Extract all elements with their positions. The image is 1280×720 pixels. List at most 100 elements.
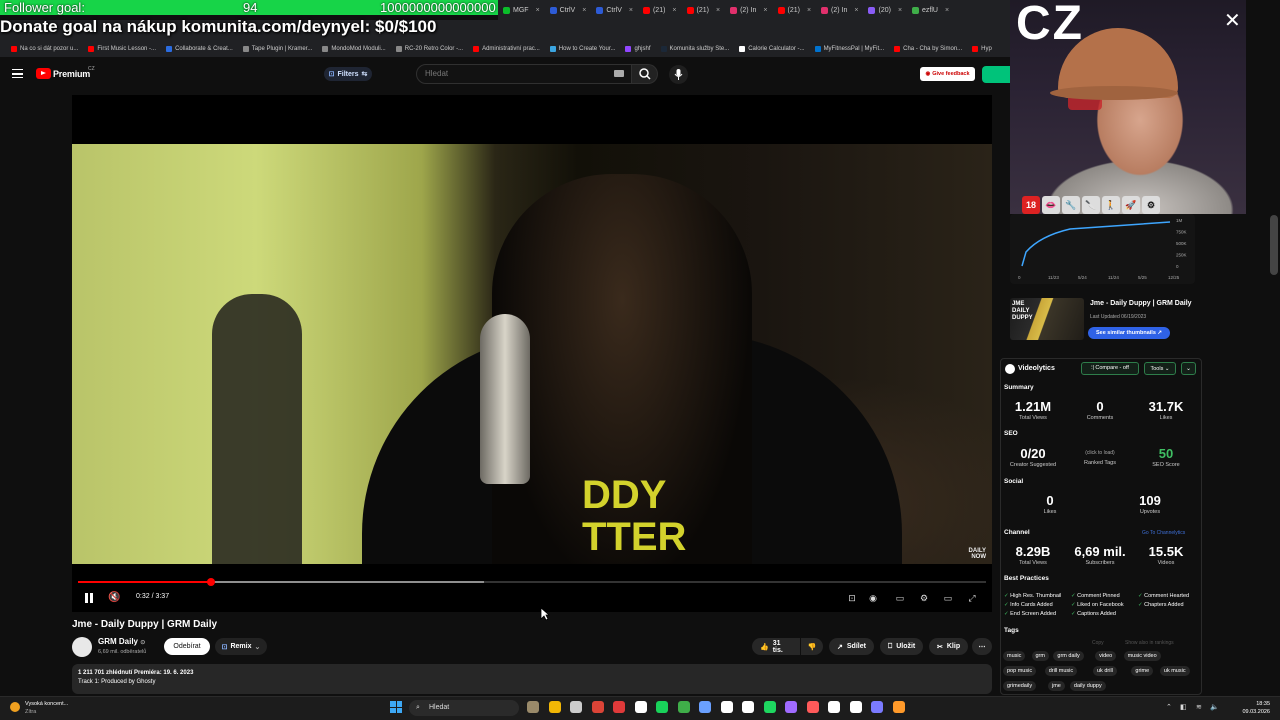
remix-button[interactable]: ⊡ Remix ⌄ bbox=[215, 638, 267, 655]
description-box[interactable]: 1 211 701 zhlédnutí Premiéra: 19. 6. 202… bbox=[72, 664, 992, 694]
bookmark-item[interactable]: Na co si dát pozor u... bbox=[6, 46, 83, 52]
close-tab-icon[interactable]: × bbox=[629, 7, 633, 14]
browser-tab[interactable]: (21) × bbox=[638, 0, 682, 20]
browser-tab[interactable]: MGF × bbox=[498, 0, 545, 20]
tray-icon[interactable]: ◧ bbox=[1180, 703, 1187, 711]
youtube-logo-icon[interactable] bbox=[36, 68, 51, 79]
tag-chip[interactable]: grimedaily bbox=[1003, 681, 1037, 691]
bookmark-item[interactable]: Komunita služby Ste... bbox=[656, 46, 735, 52]
weather-icon[interactable] bbox=[10, 702, 20, 712]
taskbar-search[interactable]: ⌕ Hledat bbox=[409, 700, 519, 716]
browser-tab[interactable]: CtrlV × bbox=[591, 0, 638, 20]
taskbar-app-icon[interactable] bbox=[548, 701, 561, 713]
tag-chip[interactable]: jme bbox=[1048, 681, 1065, 691]
taskbar-clock[interactable]: 18:35 bbox=[1226, 701, 1270, 707]
subscribe-button[interactable]: Odebírat bbox=[164, 638, 210, 655]
page-scrollbar[interactable] bbox=[1270, 215, 1278, 275]
taskbar-app-icon[interactable] bbox=[785, 701, 797, 713]
keyboard-icon[interactable] bbox=[614, 70, 624, 77]
close-tab-icon[interactable]: × bbox=[854, 7, 858, 14]
taskbar-app-icon[interactable] bbox=[720, 701, 733, 713]
tag-chip[interactable]: uk music bbox=[1159, 666, 1190, 676]
search-button[interactable] bbox=[632, 64, 658, 84]
windows-start-icon[interactable] bbox=[390, 701, 402, 713]
tag-chip[interactable]: grm daily bbox=[1053, 651, 1084, 661]
bookmark-item[interactable]: MyFitnessPal | MyFit... bbox=[810, 46, 890, 52]
weather-text[interactable]: Vysoká koncent... bbox=[25, 701, 68, 707]
tag-chip[interactable]: daily duppy bbox=[1069, 681, 1106, 691]
extension-icon[interactable]: ⊡ bbox=[846, 592, 858, 604]
close-tab-icon[interactable]: × bbox=[898, 7, 902, 14]
extension-button[interactable] bbox=[982, 66, 1010, 83]
clip-button[interactable]: ✂ Klip bbox=[929, 638, 969, 655]
tag-chip[interactable]: video bbox=[1095, 651, 1117, 661]
autoplay-icon[interactable]: ◉ bbox=[867, 592, 879, 604]
taskbar-app-icon[interactable] bbox=[892, 701, 905, 713]
mute-icon[interactable]: 🔇 bbox=[108, 592, 120, 604]
tag-chip[interactable]: drill music bbox=[1044, 666, 1078, 676]
close-tab-icon[interactable]: × bbox=[536, 7, 540, 14]
search-input[interactable]: Hledat bbox=[416, 64, 632, 84]
theater-mode-icon[interactable]: ▭ bbox=[942, 592, 954, 604]
like-button[interactable]: 👍 31 tis. bbox=[752, 638, 800, 655]
close-tab-icon[interactable]: × bbox=[672, 7, 676, 14]
dislike-button[interactable]: 👎 bbox=[801, 638, 823, 655]
taskbar-app-icon[interactable] bbox=[656, 701, 668, 713]
taskbar-app-icon[interactable] bbox=[699, 701, 711, 713]
bookmark-item[interactable]: ghjshf bbox=[620, 46, 655, 52]
taskbar-app-icon[interactable] bbox=[849, 701, 862, 713]
tag-chip[interactable]: grm bbox=[1031, 651, 1049, 661]
stat-ranked-tags[interactable]: (click to load) Ranked Tags bbox=[1069, 447, 1131, 467]
taskbar-app-icon[interactable] bbox=[634, 701, 647, 713]
taskbar-app-icon[interactable] bbox=[527, 701, 539, 713]
tag-chip[interactable]: pop music bbox=[1003, 666, 1037, 676]
show-in-rankings-toggle[interactable]: Show also in rankings bbox=[1125, 640, 1174, 646]
taskbar-app-icon[interactable] bbox=[806, 701, 819, 713]
bookmark-item[interactable]: Administrativní prac... bbox=[468, 46, 545, 52]
filters-button[interactable]: ⊡ Filters ⇆ bbox=[324, 67, 372, 81]
bookmark-item[interactable]: Hyp bbox=[967, 46, 997, 52]
video-frame[interactable]: DDY TTER DAILY NOW bbox=[72, 144, 992, 564]
copy-tags-button[interactable]: Copy bbox=[1092, 640, 1104, 646]
taskbar-app-icon[interactable] bbox=[828, 701, 840, 713]
wifi-icon[interactable]: ≋ bbox=[1196, 703, 1202, 711]
hamburger-menu-icon[interactable] bbox=[12, 69, 23, 78]
bookmark-item[interactable]: RC-20 Retro Color -... bbox=[391, 46, 468, 52]
bookmark-item[interactable]: Tape Plugin | Kramer... bbox=[238, 46, 318, 52]
channel-name[interactable]: GRM Daily ⊙ bbox=[98, 637, 145, 646]
bookmark-item[interactable]: Collaborate & Creat... bbox=[161, 46, 238, 52]
save-button[interactable]: ⎕ Uložit bbox=[880, 638, 924, 655]
taskbar-app-icon[interactable] bbox=[742, 701, 754, 713]
bookmark-item[interactable]: First Music Lesson -... bbox=[83, 46, 161, 52]
tag-chip[interactable]: music video bbox=[1123, 651, 1161, 661]
taskbar-app-icon[interactable] bbox=[570, 701, 582, 713]
close-tab-icon[interactable]: × bbox=[582, 7, 586, 14]
browser-tab[interactable]: (2) In × bbox=[816, 0, 863, 20]
youtube-premium-label[interactable]: Premium bbox=[53, 69, 90, 79]
tray-chevron-icon[interactable]: ⌃ bbox=[1166, 703, 1172, 711]
browser-tab[interactable]: ezflU × bbox=[907, 0, 954, 20]
see-similar-thumbnails-button[interactable]: See similar thumbnails ↗ bbox=[1088, 327, 1170, 339]
compare-toggle[interactable]: ⫶| Compare - off bbox=[1081, 362, 1139, 375]
close-tab-icon[interactable]: × bbox=[716, 7, 720, 14]
volume-icon[interactable]: 🔈 bbox=[1210, 703, 1219, 711]
taskbar-app-icon[interactable] bbox=[591, 701, 604, 713]
browser-tab[interactable]: (21) × bbox=[773, 0, 817, 20]
bookmark-item[interactable]: MondoMod Moduli... bbox=[317, 46, 390, 52]
tag-chip[interactable]: uk drill bbox=[1093, 666, 1117, 676]
taskbar-app-icon[interactable] bbox=[763, 701, 776, 713]
subtitles-icon[interactable]: ▭ bbox=[894, 592, 906, 604]
tools-dropdown[interactable]: Tools ⌄ bbox=[1144, 362, 1176, 375]
pause-icon[interactable] bbox=[83, 592, 95, 604]
bookmark-item[interactable]: How to Create Your... bbox=[545, 46, 621, 52]
tag-chip[interactable]: music bbox=[1003, 651, 1026, 661]
channel-avatar[interactable] bbox=[72, 637, 92, 657]
close-tab-icon[interactable]: × bbox=[763, 7, 767, 14]
tag-chip[interactable]: grime bbox=[1131, 666, 1154, 676]
taskbar-app-icon[interactable] bbox=[871, 701, 883, 713]
panel-dropdown[interactable]: ⌄ bbox=[1181, 362, 1196, 375]
bookmark-item[interactable]: Cha - Cha by Simon... bbox=[889, 46, 967, 52]
video-thumbnail[interactable]: JME DAILY DUPPY bbox=[1010, 298, 1084, 340]
browser-tab[interactable]: CtrlV × bbox=[545, 0, 592, 20]
close-tab-icon[interactable]: × bbox=[945, 7, 949, 14]
